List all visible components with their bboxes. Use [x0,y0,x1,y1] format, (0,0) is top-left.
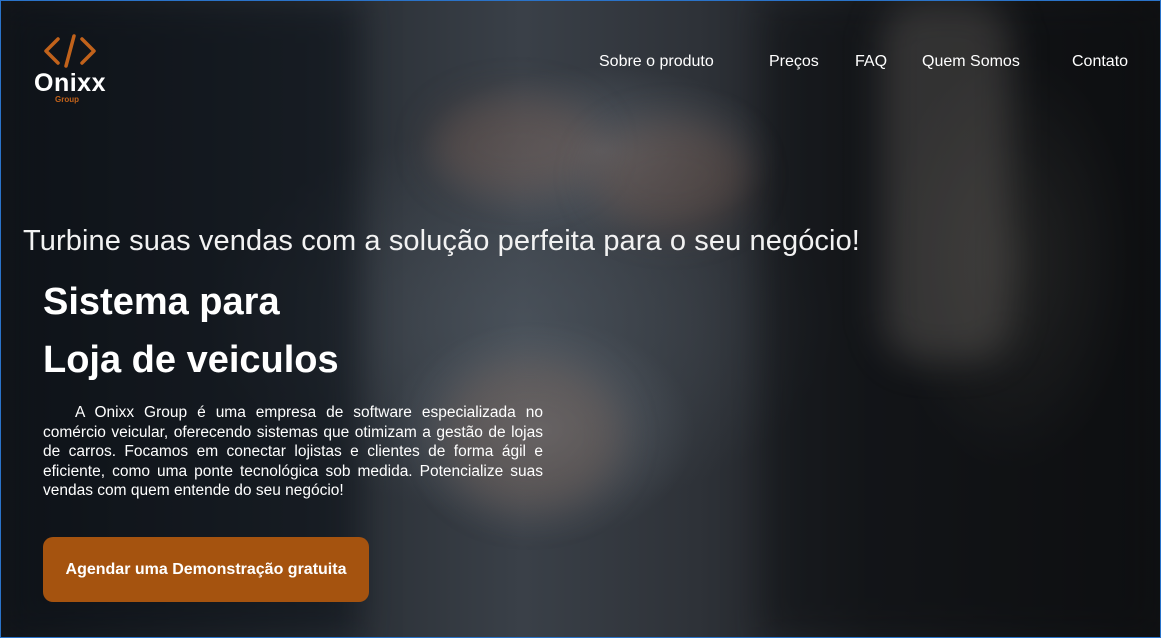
nav-link-sobre-o-produto[interactable]: Sobre o produto [599,53,714,71]
hero-title: Sistema para Loja de veiculos [43,273,339,389]
hero-section: Onixx Group Sobre o produto Preços FAQ Q… [0,0,1161,638]
nav-link-faq[interactable]: FAQ [855,53,887,71]
hero-description: A Onixx Group é uma empresa de software … [43,404,543,499]
hero-tagline: Turbine suas vendas com a solução perfei… [23,225,860,257]
hero-title-line-1: Sistema para [43,281,280,323]
hero-title-line-2: Loja de veiculos [43,339,339,381]
nav-link-precos[interactable]: Preços [769,53,819,71]
main-navigation: Sobre o produto Preços FAQ Quem Somos Co… [1,53,1160,75]
nav-link-quem-somos[interactable]: Quem Somos [922,53,1020,71]
nav-link-contato[interactable]: Contato [1072,53,1128,71]
schedule-demo-button[interactable]: Agendar uma Demonstração gratuita [43,537,369,602]
